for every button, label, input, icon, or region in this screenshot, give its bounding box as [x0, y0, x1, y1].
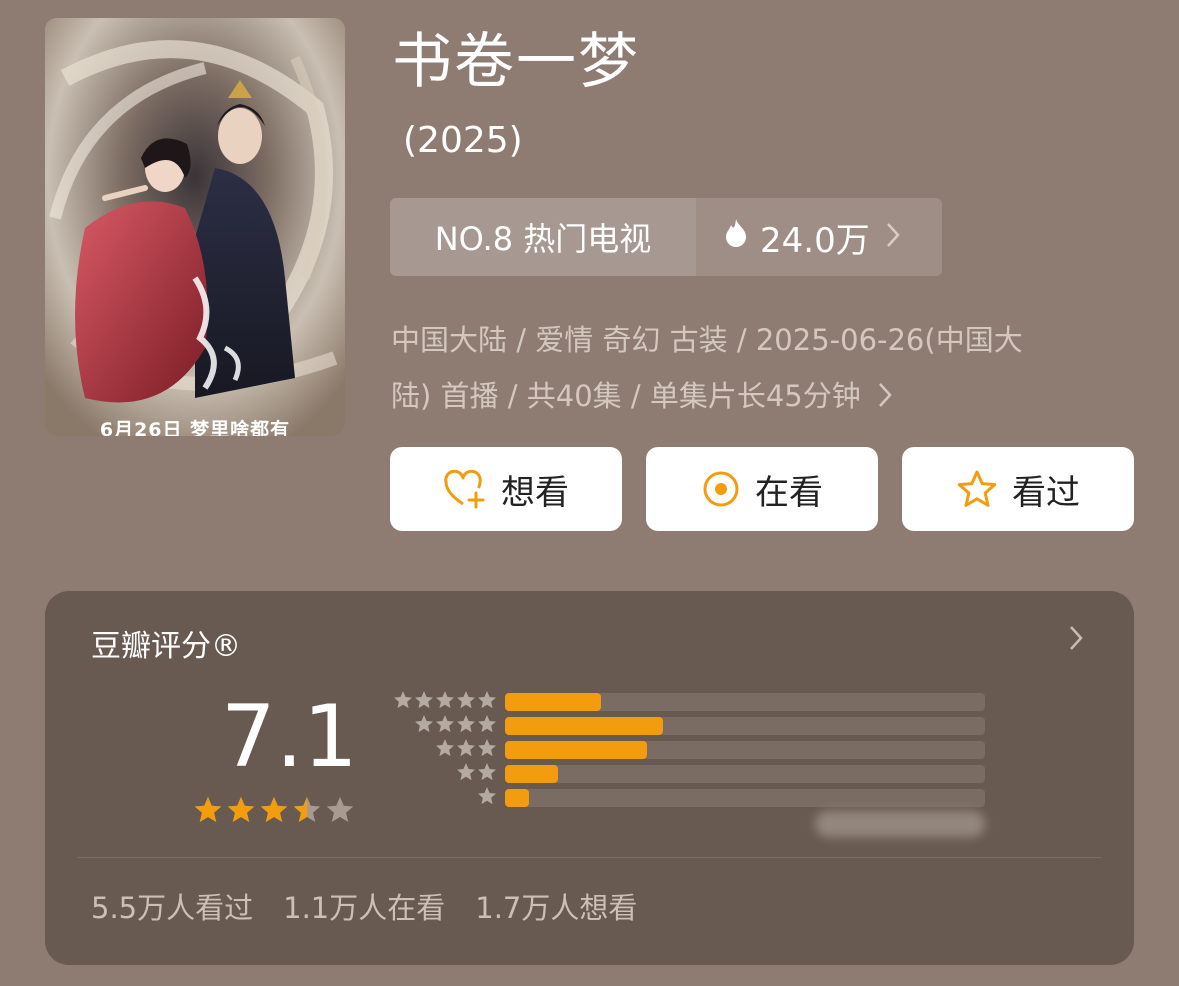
heart-plus-icon: [443, 469, 487, 509]
distribution-bar-track: [505, 741, 985, 759]
rank-label: NO.8 热门电视: [390, 198, 696, 276]
show-meta[interactable]: 中国大陆 / 爱情 奇幻 古装 / 2025-06-26(中国大 陆) 首播 /…: [391, 312, 1121, 426]
small-star-icon: [435, 738, 455, 762]
small-star-icon: [477, 690, 497, 714]
heat-indicator[interactable]: 24.0万: [696, 198, 942, 276]
small-star-icon: [435, 690, 455, 714]
star-icon: [193, 795, 223, 829]
rank-pill[interactable]: NO.8 热门电视 24.0万: [390, 198, 942, 276]
distribution-bar-fill: [505, 693, 601, 711]
distribution-row-1: [381, 787, 985, 809]
small-star-icon: [477, 786, 497, 810]
distribution-bar-fill: [505, 765, 558, 783]
rating-title: 豆瓣评分®: [91, 629, 241, 664]
watched-button[interactable]: 看过: [902, 447, 1134, 531]
poster-image[interactable]: 6月26日 梦里啥都有: [45, 18, 345, 436]
small-star-icon: [456, 714, 476, 738]
small-star-icon: [477, 762, 497, 786]
flame-icon: [724, 217, 748, 257]
chevron-right-icon: [878, 370, 892, 426]
want-to-watch-button[interactable]: 想看: [390, 447, 622, 531]
watching-label: 在看: [755, 472, 823, 513]
distribution-bar-fill: [505, 789, 529, 807]
small-star-icon: [456, 762, 476, 786]
small-star-icon: [414, 690, 434, 714]
small-star-icon: [456, 738, 476, 762]
watching-button[interactable]: 在看: [646, 447, 878, 531]
star-icon: [226, 795, 256, 829]
star-icon: [259, 795, 289, 829]
want-label: 想看: [501, 472, 569, 513]
heat-value: 24.0万: [760, 220, 870, 261]
distribution-bar-track: [505, 717, 985, 735]
star-icon: [325, 795, 355, 829]
star-icon: [292, 795, 322, 829]
small-star-icon: [456, 690, 476, 714]
watched-label: 看过: [1012, 472, 1080, 513]
chevron-right-icon: [886, 217, 900, 257]
page-title: 书卷一梦: [392, 27, 640, 97]
small-star-icon: [477, 738, 497, 762]
release-year: (2025): [403, 120, 523, 161]
distribution-row-3: [381, 739, 985, 761]
distribution-row-4: [381, 715, 985, 737]
small-star-icon: [393, 690, 413, 714]
blurred-note: [815, 811, 985, 837]
poster-caption: 6月26日 梦里啥都有: [99, 419, 291, 436]
small-star-icon: [477, 714, 497, 738]
meta-line-2: 陆) 首播 / 共40集 / 单集片长45分钟: [391, 368, 1121, 426]
distribution-row-5: [381, 691, 985, 713]
audience-stats: 5.5万人看过 1.1万人在看 1.7万人想看: [91, 885, 637, 927]
distribution-row-2: [381, 763, 985, 785]
star-outline-icon: [956, 469, 998, 509]
distribution-stars: [381, 714, 497, 738]
meta-line-1: 中国大陆 / 爱情 奇幻 古装 / 2025-06-26(中国大: [391, 323, 1023, 357]
distribution-bar-fill: [505, 741, 647, 759]
rating-score: 7.1: [221, 687, 358, 787]
distribution-bar-track: [505, 765, 985, 783]
target-icon: [701, 469, 741, 509]
distribution-stars: [381, 738, 497, 762]
rating-stars: [193, 795, 355, 829]
distribution-stars: [381, 690, 497, 714]
watched-count: 5.5万人看过: [91, 891, 254, 925]
poster-artwork: [45, 18, 345, 436]
meta-line-2-text: 陆) 首播 / 共40集 / 单集片长45分钟: [391, 379, 861, 413]
distribution-bar-fill: [505, 717, 664, 735]
chevron-right-icon[interactable]: [1069, 625, 1083, 655]
want-count: 1.7万人想看: [475, 891, 638, 925]
watching-count: 1.1万人在看: [283, 891, 446, 925]
distribution-bar-track: [505, 789, 985, 807]
distribution-stars: [381, 786, 497, 810]
distribution-stars: [381, 762, 497, 786]
small-star-icon: [414, 714, 434, 738]
rating-card[interactable]: 豆瓣评分® 7.1 5.5万人看过 1.1万人在看 1.7万人想看: [45, 591, 1134, 965]
divider: [78, 857, 1101, 858]
small-star-icon: [435, 714, 455, 738]
distribution-bar-track: [505, 693, 985, 711]
